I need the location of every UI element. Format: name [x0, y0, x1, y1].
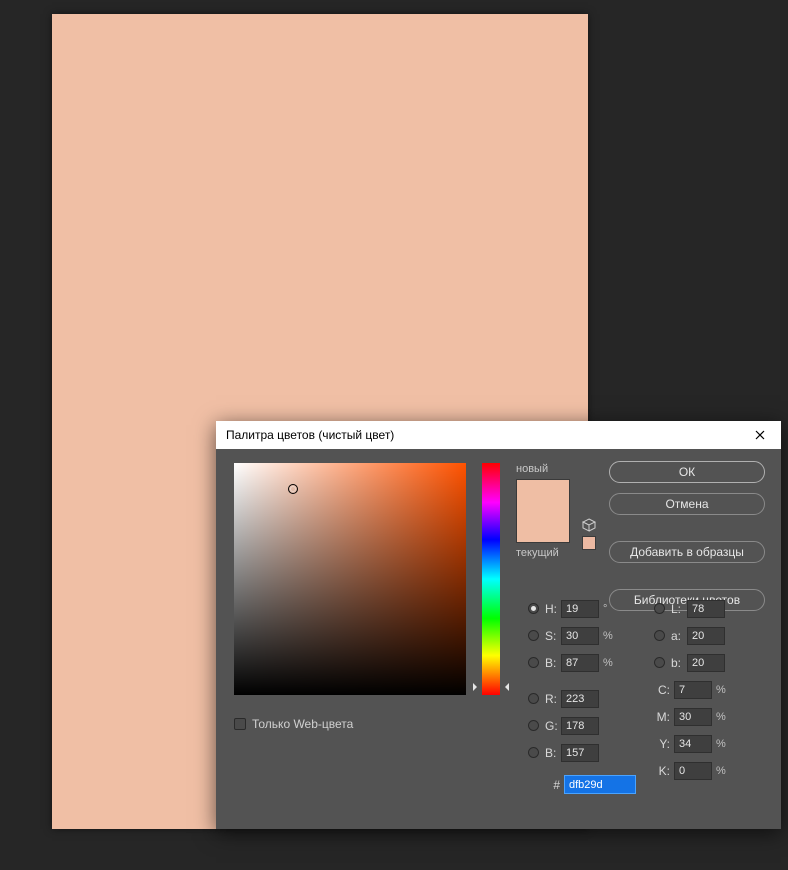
s-label: S:: [545, 629, 561, 643]
r-label: R:: [545, 692, 561, 706]
c-unit: %: [716, 684, 732, 696]
web-colors-only[interactable]: Только Web-цвета: [234, 717, 500, 731]
color-picker-dialog: Палитра цветов (чистый цвет) Только Web-…: [216, 421, 781, 829]
saturation-brightness-field[interactable]: [234, 463, 466, 695]
cancel-label: Отмена: [665, 497, 708, 511]
l-input[interactable]: [687, 600, 725, 618]
radio-h[interactable]: [528, 603, 539, 614]
b-hsb-label: B:: [545, 656, 561, 670]
radio-r[interactable]: [528, 693, 539, 704]
ok-label: ОК: [679, 465, 695, 479]
hex-input[interactable]: [564, 775, 636, 794]
h-input[interactable]: [561, 600, 599, 618]
s-unit: %: [603, 630, 619, 642]
l-label: L:: [671, 602, 687, 616]
radio-l[interactable]: [654, 603, 665, 614]
y-label: Y:: [654, 737, 670, 751]
radio-a[interactable]: [654, 630, 665, 641]
g-label: G:: [545, 719, 561, 733]
c-label: C:: [654, 683, 670, 697]
b-rgb-label: B:: [545, 746, 561, 760]
swatch-current-label: текущий: [516, 547, 590, 559]
r-input[interactable]: [561, 690, 599, 708]
swatch-new-label: новый: [516, 463, 590, 475]
close-icon: [755, 430, 765, 440]
c-input[interactable]: [674, 681, 712, 699]
m-unit: %: [716, 711, 732, 723]
gamut-swatch[interactable]: [582, 536, 596, 550]
g-input[interactable]: [561, 717, 599, 735]
k-label: K:: [654, 764, 670, 778]
h-unit: °: [603, 603, 619, 615]
color-swatch: [516, 479, 570, 543]
titlebar[interactable]: Палитра цветов (чистый цвет): [216, 421, 781, 449]
b-hsb-input[interactable]: [561, 654, 599, 672]
sb-cursor: [288, 484, 298, 494]
swatch-new: [517, 480, 569, 511]
cancel-button[interactable]: Отмена: [609, 493, 765, 515]
web-colors-label: Только Web-цвета: [252, 717, 353, 731]
radio-b-lab[interactable]: [654, 657, 665, 668]
m-input[interactable]: [674, 708, 712, 726]
radio-s[interactable]: [528, 630, 539, 641]
k-input[interactable]: [674, 762, 712, 780]
s-input[interactable]: [561, 627, 599, 645]
a-input[interactable]: [687, 627, 725, 645]
dialog-title: Палитра цветов (чистый цвет): [226, 428, 394, 442]
ok-button[interactable]: ОК: [609, 461, 765, 483]
checkbox-icon: [234, 718, 246, 730]
cube-icon[interactable]: [582, 518, 596, 532]
hue-slider[interactable]: [482, 463, 500, 695]
swatch-current[interactable]: [517, 511, 569, 542]
h-label: H:: [545, 602, 561, 616]
y-input[interactable]: [674, 735, 712, 753]
radio-b-rgb[interactable]: [528, 747, 539, 758]
a-label: a:: [671, 629, 687, 643]
hex-hash: #: [546, 778, 560, 792]
k-unit: %: [716, 765, 732, 777]
m-label: M:: [654, 710, 670, 724]
radio-b-hsb[interactable]: [528, 657, 539, 668]
b-lab-label: b:: [671, 656, 687, 670]
b-hsb-unit: %: [603, 657, 619, 669]
add-label: Добавить в образцы: [630, 545, 744, 559]
b-rgb-input[interactable]: [561, 744, 599, 762]
add-swatch-button[interactable]: Добавить в образцы: [609, 541, 765, 563]
y-unit: %: [716, 738, 732, 750]
radio-g[interactable]: [528, 720, 539, 731]
b-lab-input[interactable]: [687, 654, 725, 672]
close-button[interactable]: [745, 421, 775, 449]
